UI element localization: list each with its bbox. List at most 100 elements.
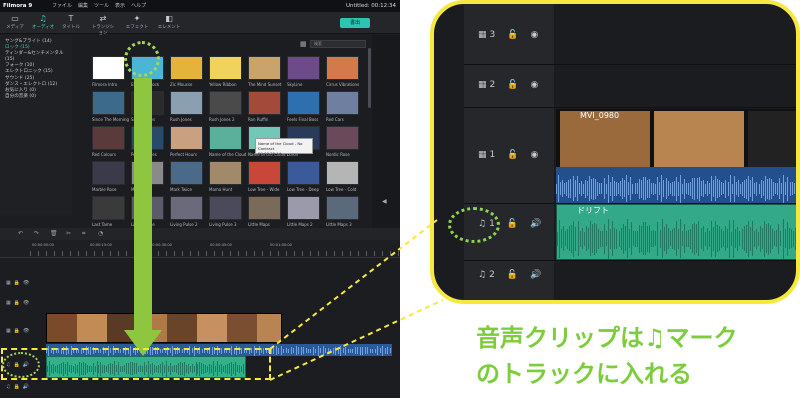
media-item[interactable]: Mark Twice <box>170 161 210 192</box>
media-item[interactable]: Ron Ruffin <box>248 91 288 122</box>
media-item[interactable]: Red Colours <box>92 126 132 157</box>
media-item[interactable]: Rush Jones <box>170 91 210 122</box>
media-item[interactable]: Little Maps <box>248 196 288 227</box>
media-item[interactable]: Feels Final Boss <box>287 91 327 122</box>
cut-icon[interactable]: ✂ <box>66 228 71 240</box>
media-item[interactable]: Marble Rose <box>92 161 132 192</box>
crop-icon[interactable]: ⌗ <box>82 228 85 240</box>
tab-media[interactable]: ▭ メディア <box>2 14 28 32</box>
media-item[interactable]: Nordic Rose <box>326 126 366 157</box>
eye-icon[interactable]: ◉ <box>530 150 538 160</box>
timeline-ruler[interactable]: 00:00:00:00 00:00:15:00 00:00:30:00 00:0… <box>0 240 400 258</box>
zoomed-video-clip[interactable]: MVI_0980 <box>556 109 796 167</box>
speaker-icon[interactable]: 🔊 <box>530 270 541 280</box>
waveform-bar <box>619 231 620 247</box>
media-item[interactable]: Cirrus Vibrations <box>326 56 366 87</box>
lock-icon[interactable]: 🔓 <box>507 219 518 229</box>
waveform-bar <box>645 177 646 200</box>
media-item[interactable]: Low Tree - Deep <box>287 161 327 192</box>
waveform-bar <box>564 183 565 194</box>
waveform-bar <box>387 347 388 354</box>
waveform-bar <box>330 349 331 353</box>
ruler-label: 00:00:00:00 <box>32 243 54 247</box>
media-item[interactable]: Red Cars <box>326 91 366 122</box>
effects-icon: ✦ <box>133 14 141 23</box>
waveform-bar <box>651 231 652 247</box>
media-item[interactable]: Since The Morning <box>92 91 132 122</box>
delete-icon[interactable]: 🗑 <box>50 228 58 240</box>
media-thumbnail <box>170 196 203 220</box>
eye-icon[interactable]: 👁 <box>23 280 29 286</box>
media-item[interactable]: Low Tree - Cold <box>326 161 366 192</box>
waveform-bar <box>759 184 760 194</box>
waveform-bar <box>565 231 566 246</box>
media-item[interactable]: Mama Hunt <box>209 161 249 192</box>
waveform-bar <box>668 228 669 249</box>
media-item[interactable]: Little Maps 3 <box>326 196 366 227</box>
media-item[interactable]: Zic Mousse <box>170 56 210 87</box>
waveform-bar <box>713 180 714 197</box>
media-item[interactable]: Living Pulse 3 <box>209 196 249 227</box>
category-item[interactable]: ティンダー&センチメンタル (15) <box>5 51 72 63</box>
speed-icon[interactable]: ◔ <box>98 228 103 240</box>
menu-tools[interactable]: ツール <box>94 0 109 12</box>
export-button[interactable]: 書出 <box>340 18 370 28</box>
lock-icon[interactable]: 🔓 <box>507 30 518 40</box>
search-input[interactable]: 検索 <box>310 40 366 48</box>
media-item[interactable]: Name of the Cloud <box>209 126 249 157</box>
eye-icon[interactable]: 👁 <box>23 300 29 306</box>
media-item[interactable]: Little Maps 2 <box>287 196 327 227</box>
lock-icon[interactable]: 🔒 <box>14 280 20 286</box>
media-item[interactable]: Last Tame <box>92 196 132 227</box>
eye-icon[interactable]: 👁 <box>23 328 29 334</box>
waveform-bar <box>286 348 287 353</box>
waveform-bar <box>382 346 383 356</box>
waveform-bar <box>649 179 650 198</box>
media-item[interactable]: Rush Jones 2 <box>209 91 249 122</box>
category-item[interactable]: 自分の音楽 (0) <box>5 94 72 100</box>
lock-icon[interactable]: 🔒 <box>13 384 19 390</box>
eye-icon[interactable]: ◉ <box>530 80 538 90</box>
media-thumbnail <box>287 56 320 80</box>
tab-audio[interactable]: ♫ オーディオ <box>30 14 56 32</box>
tab-titles[interactable]: T タイトル <box>58 14 84 32</box>
speaker-icon[interactable]: 🔊 <box>23 384 29 390</box>
menu-edit[interactable]: 編集 <box>78 0 88 12</box>
lock-icon[interactable]: 🔒 <box>14 328 20 334</box>
lock-icon[interactable]: 🔒 <box>14 300 20 306</box>
media-item[interactable]: Perfect Hours <box>170 126 210 157</box>
menu-help[interactable]: ヘルプ <box>131 0 146 12</box>
lock-icon[interactable]: 🔓 <box>507 150 518 160</box>
waveform-bar <box>666 178 667 199</box>
play-icon[interactable]: ◀ <box>382 198 387 205</box>
waveform-bar <box>612 221 613 256</box>
waveform-bar <box>795 228 796 250</box>
lock-icon[interactable]: 🔓 <box>507 80 518 90</box>
waveform-bar <box>301 347 302 355</box>
media-item[interactable]: Living Pulse 2 <box>170 196 210 227</box>
media-item-label: Living Pulse 3 <box>209 222 237 227</box>
tab-effects[interactable]: ✦ エフェクト <box>124 14 150 32</box>
speaker-icon[interactable]: 🔊 <box>530 219 541 229</box>
tab-transitions[interactable]: ⇄ トランジション <box>90 14 116 36</box>
menu-file[interactable]: ファイル <box>52 0 72 12</box>
media-item[interactable]: The Mind Sunset <box>248 56 288 87</box>
waveform-bar <box>365 347 366 354</box>
media-item[interactable]: SkyLine <box>287 56 327 87</box>
waveform-bar <box>625 226 626 251</box>
grid-view-icon[interactable]: ▦ <box>300 39 307 49</box>
tab-elements[interactable]: ◧ エレメント <box>156 14 182 32</box>
waveform-bar <box>775 183 776 194</box>
zoomed-audio-clip[interactable]: ドリフト <box>556 204 796 260</box>
redo-icon[interactable]: ↷ <box>34 228 39 240</box>
media-item[interactable]: Yellow Ribbon <box>209 56 249 87</box>
video-clip[interactable] <box>46 313 282 343</box>
media-item[interactable]: Low Tree - Wide <box>248 161 288 192</box>
undo-icon[interactable]: ↶ <box>18 228 23 240</box>
waveform-bar <box>717 179 718 198</box>
menu-view[interactable]: 表示 <box>115 0 125 12</box>
eye-icon[interactable]: ◉ <box>530 30 538 40</box>
waveform-bar <box>672 229 673 249</box>
media-scrollbar[interactable] <box>368 48 371 108</box>
lock-icon[interactable]: 🔓 <box>507 270 518 280</box>
